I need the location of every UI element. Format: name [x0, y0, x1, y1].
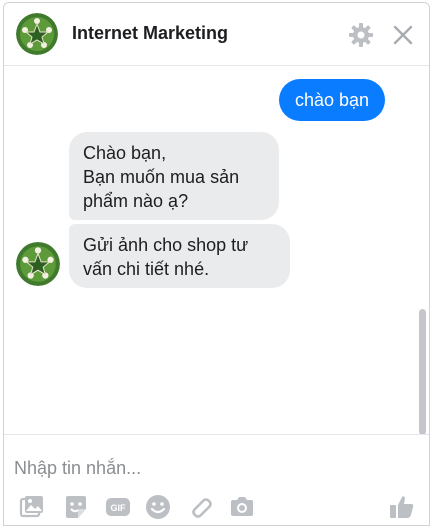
message-line: Chào bạn,	[83, 143, 167, 163]
message-input[interactable]	[14, 455, 394, 481]
composer-toolbar: GIF	[4, 493, 429, 523]
gear-icon[interactable]	[348, 22, 374, 48]
incoming-message[interactable]: Chào bạn, Bạn muốn mua sản phẩm nào ạ?	[69, 132, 279, 220]
svg-text:GIF: GIF	[111, 503, 127, 513]
like-icon[interactable]	[388, 493, 416, 521]
close-icon[interactable]	[390, 22, 416, 48]
chat-window: Internet Marketing chào bạn Chào bạn, Bạ…	[3, 2, 430, 526]
camera-icon[interactable]	[228, 493, 256, 521]
avatar-image	[16, 13, 58, 55]
message-line: Bạn muốn mua sản	[83, 167, 240, 187]
gif-icon[interactable]: GIF	[104, 493, 132, 521]
chat-title[interactable]: Internet Marketing	[72, 23, 228, 44]
scrollbar-thumb[interactable]	[419, 309, 426, 435]
message-line: Gửi ảnh cho shop tư	[83, 235, 249, 255]
attachment-icon[interactable]	[186, 493, 214, 521]
outgoing-message[interactable]: chào bạn	[279, 79, 386, 121]
chat-header: Internet Marketing	[4, 3, 429, 66]
sticker-icon[interactable]	[62, 493, 90, 521]
avatar-image	[16, 242, 60, 286]
emoji-icon[interactable]	[144, 493, 172, 521]
message-line: vấn chi tiết nhé.	[83, 259, 210, 279]
message-line: phẩm nào ạ?	[83, 191, 189, 211]
sender-avatar[interactable]	[16, 242, 60, 286]
image-icon[interactable]	[18, 493, 46, 521]
incoming-message[interactable]: Gửi ảnh cho shop tư vấn chi tiết nhé.	[69, 224, 290, 288]
page-avatar[interactable]	[16, 13, 58, 55]
message-thread[interactable]: chào bạn Chào bạn, Bạn muốn mua sản phẩm…	[4, 66, 429, 435]
composer: GIF	[4, 434, 429, 525]
